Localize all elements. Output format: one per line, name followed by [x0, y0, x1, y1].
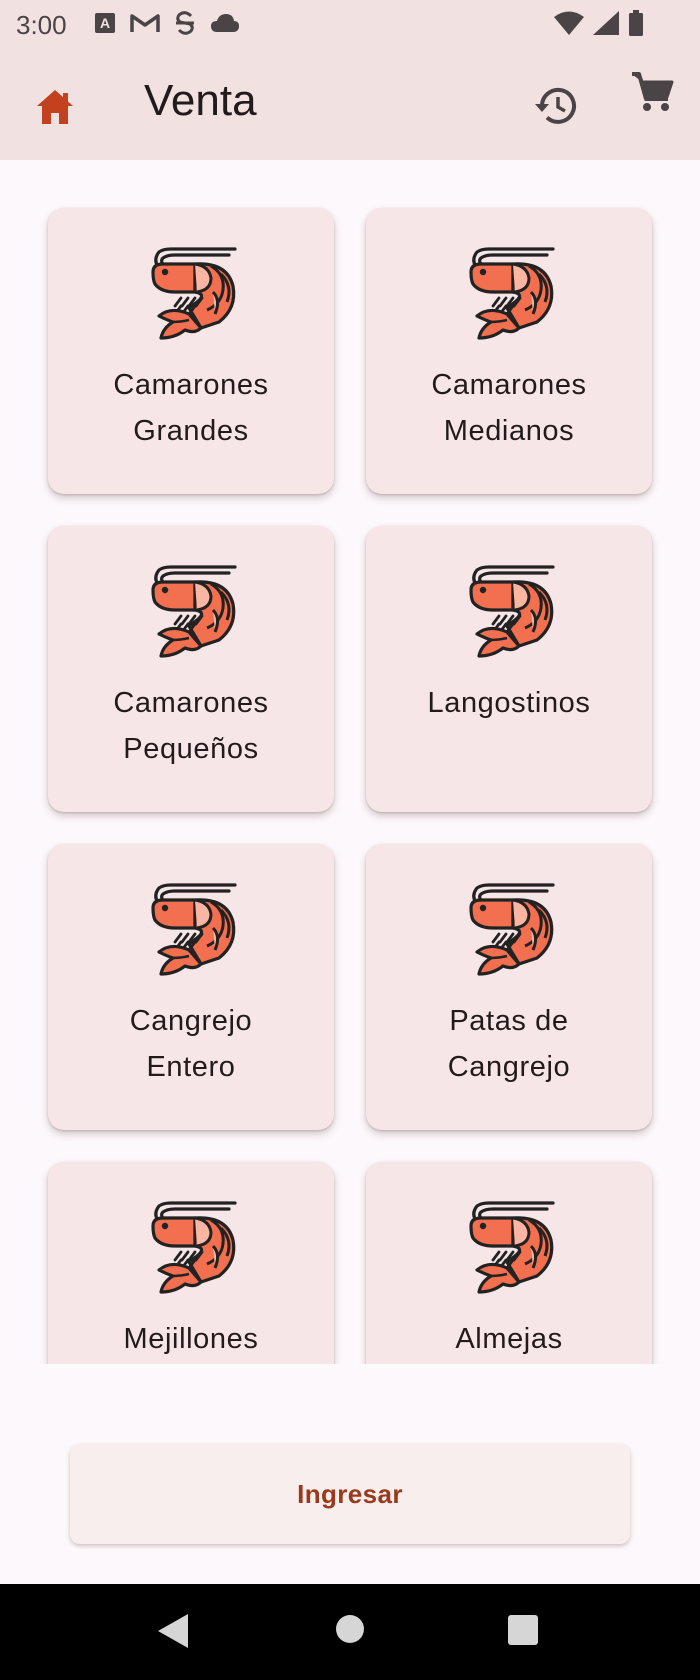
shrimp-icon	[459, 560, 559, 660]
shrimp-icon	[141, 1196, 241, 1296]
page-title: Venta	[144, 76, 257, 125]
back-icon[interactable]	[156, 1612, 190, 1650]
status-icons-left: A	[94, 10, 240, 36]
wifi-icon	[554, 11, 584, 35]
product-label: Mejillones	[123, 1323, 259, 1355]
shrimp-icon	[459, 878, 559, 978]
product-card-langostinos[interactable]: Langostinos	[366, 526, 652, 812]
product-grid: Camarones Grandes Camarones Medianos Cam…	[48, 208, 652, 1364]
product-label: Camarones Grandes	[113, 369, 269, 447]
home-circle-icon[interactable]	[334, 1612, 366, 1646]
shrimp-icon	[459, 242, 559, 342]
gmail-icon	[130, 14, 160, 32]
history-icon	[535, 87, 576, 124]
cart-button[interactable]	[624, 64, 680, 120]
history-button[interactable]	[528, 78, 584, 134]
home-button[interactable]	[30, 82, 80, 132]
status-time: 3:00	[16, 10, 67, 40]
signal-icon	[593, 11, 619, 35]
product-card-cangrejo-entero[interactable]: Cangrejo Entero	[48, 844, 334, 1130]
product-card-mejillones[interactable]: Mejillones	[48, 1162, 334, 1364]
product-card-camarones-medianos[interactable]: Camarones Medianos	[366, 208, 652, 494]
battery-icon	[629, 10, 643, 36]
product-label: Almejas	[455, 1323, 563, 1355]
product-label: Cangrejo Entero	[129, 1005, 253, 1083]
shrimp-icon	[141, 560, 241, 660]
screen: 3:00 A Venta Camarones Grandes Camarones…	[0, 0, 700, 1680]
status-icons-right	[554, 10, 644, 36]
status-bar: 3:00 A	[0, 0, 700, 48]
header: 3:00 A Venta	[0, 0, 700, 160]
product-grid-viewport[interactable]: Camarones Grandes Camarones Medianos Cam…	[0, 160, 700, 1364]
shrimp-icon	[141, 878, 241, 978]
home-icon	[37, 90, 73, 124]
svg-text:A: A	[100, 15, 110, 31]
recent-apps-icon[interactable]	[506, 1614, 540, 1646]
product-card-patas-de-cangrejo[interactable]: Patas de Cangrejo	[366, 844, 652, 1130]
shrimp-icon	[141, 242, 241, 342]
navigation-bar	[0, 1584, 700, 1680]
product-card-camarones-grandes[interactable]: Camarones Grandes	[48, 208, 334, 494]
product-card-camarones-pequenos[interactable]: Camarones Pequeños	[48, 526, 334, 812]
autofill-icon: A	[95, 13, 115, 33]
app-bar: Venta	[0, 48, 700, 160]
product-label: Langostinos	[427, 687, 591, 719]
product-label: Patas de Cangrejo	[447, 1005, 571, 1083]
product-label: Camarones Medianos	[431, 369, 587, 447]
cloud-icon	[211, 14, 239, 32]
cart-icon	[632, 72, 674, 111]
ingresar-button[interactable]: Ingresar	[70, 1444, 630, 1544]
product-label: Camarones Pequeños	[113, 687, 269, 765]
product-card-almejas[interactable]: Almejas	[366, 1162, 652, 1364]
sync-icon	[176, 11, 194, 35]
shrimp-icon	[459, 1196, 559, 1296]
